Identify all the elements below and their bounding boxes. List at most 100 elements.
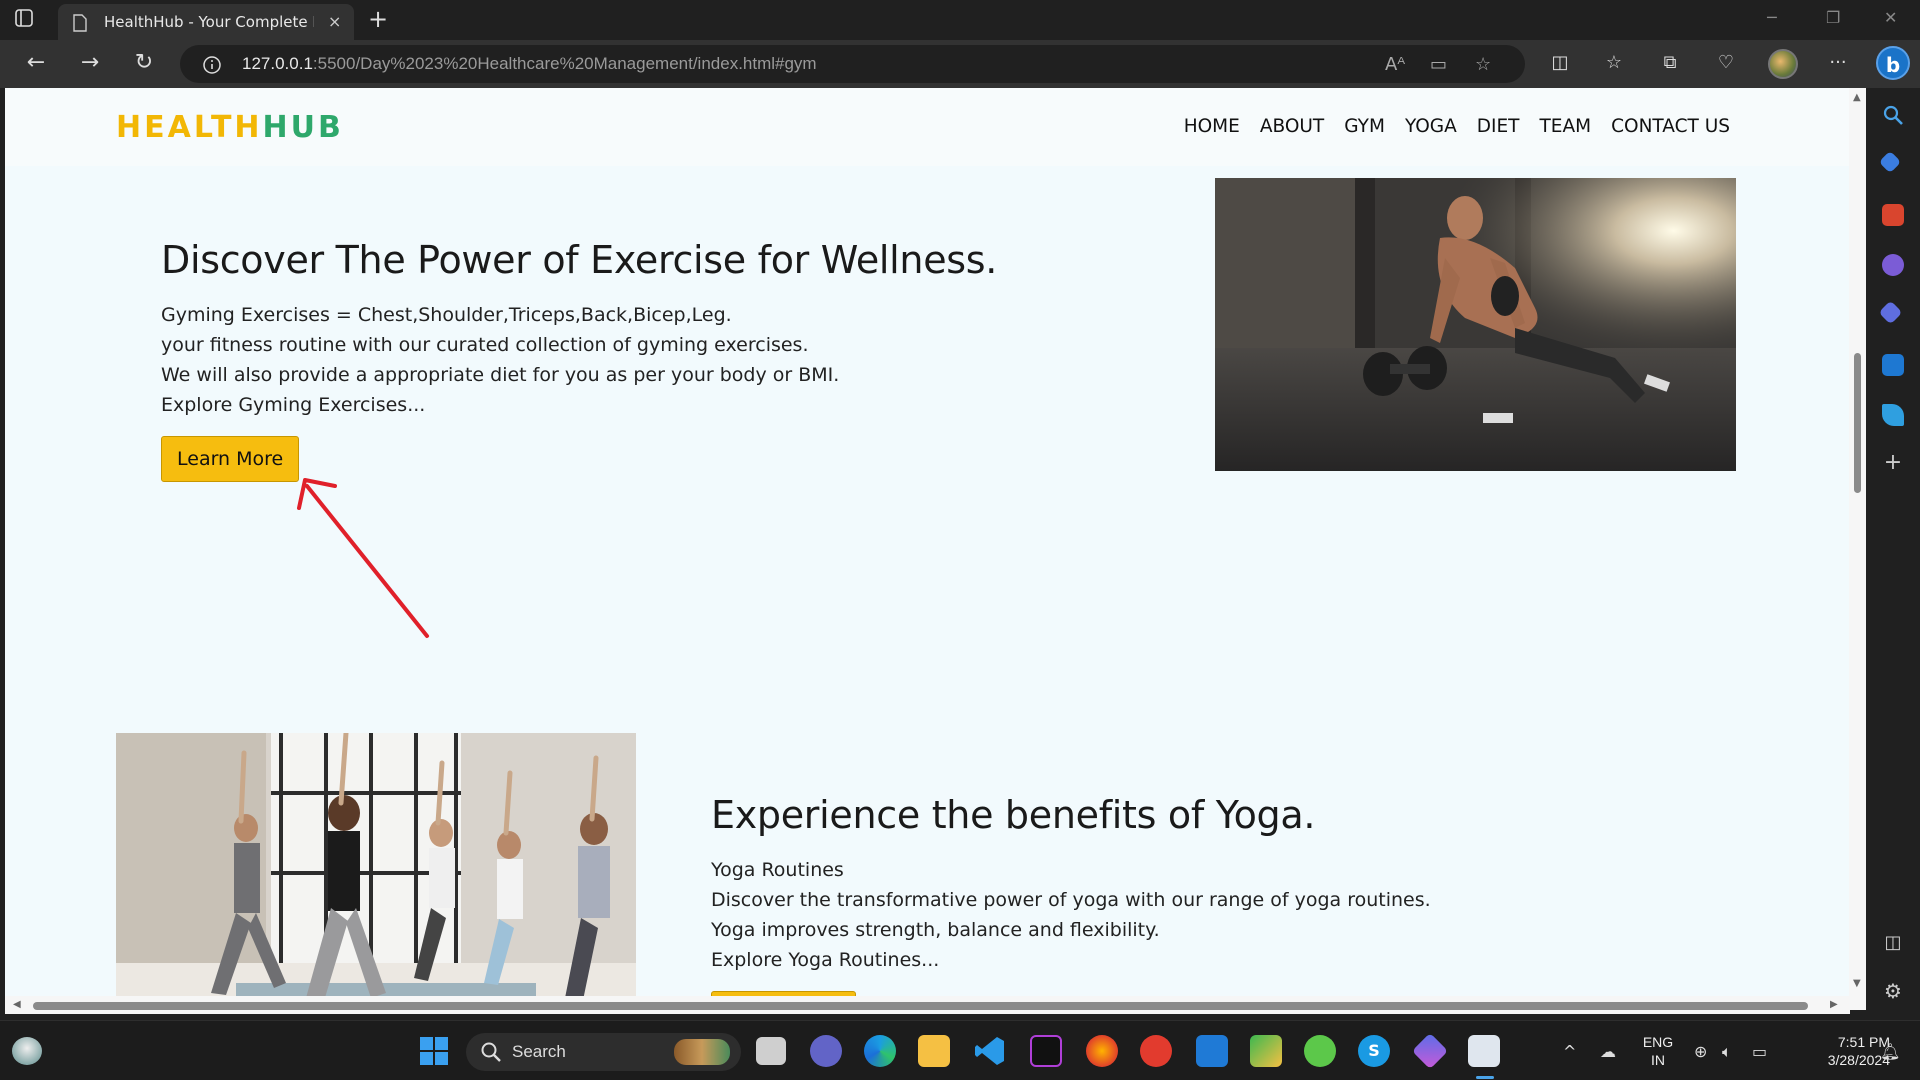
windows-start-icon[interactable]: [418, 1035, 450, 1067]
volume-icon[interactable]: 🔈︎: [1722, 1042, 1732, 1062]
language-indicator[interactable]: ENG IN: [1640, 1033, 1676, 1069]
battery-icon[interactable]: ▭: [1752, 1042, 1767, 1061]
nav-yoga[interactable]: YOGA: [1405, 116, 1457, 137]
vertical-scroll-thumb[interactable]: [1854, 353, 1861, 493]
gym-line-3: We will also provide a appropriate diet …: [161, 364, 840, 386]
site-logo[interactable]: HEALTHHUB: [116, 110, 344, 145]
scroll-right-icon[interactable]: ▶: [1830, 999, 1838, 1010]
outlook-icon[interactable]: [1882, 354, 1904, 376]
back-icon[interactable]: ←: [20, 50, 52, 78]
page-icon: [72, 14, 88, 36]
yoga-line-4: Explore Yoga Routines...: [711, 949, 940, 971]
nav-about[interactable]: ABOUT: [1260, 116, 1324, 137]
copilot-icon[interactable]: b: [1876, 46, 1910, 80]
close-tab-icon[interactable]: ×: [328, 12, 341, 31]
copilot-app-icon[interactable]: [1411, 1032, 1449, 1070]
edge-browser-icon[interactable]: [864, 1035, 896, 1067]
yoga-heading: Experience the benefits of Yoga.: [711, 793, 1316, 837]
tab-title: HealthHub - Your Complete Heal: [104, 13, 314, 31]
collections-icon[interactable]: ⧉: [1656, 52, 1684, 78]
site-header: HEALTHHUB HOME ABOUT GYM YOGA DIET TEAM …: [5, 88, 1850, 166]
annotation-arrow-icon: [297, 478, 429, 638]
close-window-button[interactable]: ✕: [1884, 8, 1897, 27]
gym-line-1: Gyming Exercises = Chest,Shoulder,Tricep…: [161, 304, 732, 326]
tab-actions-icon[interactable]: [14, 8, 46, 32]
minimize-button[interactable]: ─: [1767, 8, 1777, 27]
taskbar: Search S ^ ☁ ENG IN ⊕ 🔈︎ ▭ 7:51 PM 3/28/…: [0, 1020, 1920, 1080]
url-text[interactable]: 127.0.0.1:5500/Day%2023%20Healthcare%20M…: [242, 54, 817, 74]
teams-chat-icon[interactable]: [810, 1035, 842, 1067]
taskbar-search[interactable]: Search: [466, 1033, 741, 1071]
main-nav: HOME ABOUT GYM YOGA DIET TEAM CONTACT US: [1184, 116, 1730, 137]
nav-gym[interactable]: GYM: [1344, 116, 1385, 137]
browser-toolbar: ← → ↻ 127.0.0.1:5500/Day%2023%20Healthca…: [0, 40, 1920, 88]
immersive-reader-icon[interactable]: ▭: [1430, 54, 1447, 75]
chevron-up-icon[interactable]: ^: [1563, 1042, 1576, 1061]
nav-home[interactable]: HOME: [1184, 116, 1240, 137]
vertical-scrollbar[interactable]: ▲ ▼: [1849, 88, 1866, 1010]
favorites-icon[interactable]: ☆: [1600, 52, 1628, 78]
horizontal-scroll-thumb[interactable]: [33, 1002, 1808, 1010]
read-aloud-icon[interactable]: Aᴬ: [1385, 54, 1405, 75]
horizontal-scrollbar[interactable]: ◀ ▶: [5, 996, 1850, 1014]
scroll-down-icon[interactable]: ▼: [1853, 978, 1861, 989]
yoga-line-2: Discover the transformative power of yog…: [711, 889, 1431, 911]
copilot-sidebar-icon[interactable]: [1878, 300, 1903, 325]
active-app-indicator: [1476, 1076, 1494, 1079]
refresh-icon[interactable]: ↻: [128, 50, 160, 78]
nav-team[interactable]: TEAM: [1539, 116, 1591, 137]
send-icon[interactable]: [1882, 404, 1904, 426]
snipping-tool-icon[interactable]: [1468, 1035, 1500, 1067]
yoga-image: [116, 733, 636, 1010]
file-explorer-icon[interactable]: [918, 1035, 950, 1067]
yoga-line-3: Yoga improves strength, balance and flex…: [711, 919, 1160, 941]
yoga-text-block: Experience the benefits of Yoga. Yoga Ro…: [711, 793, 1611, 975]
browser-essentials-icon[interactable]: ♡: [1712, 52, 1740, 78]
skype-icon[interactable]: S: [1358, 1035, 1390, 1067]
split-screen-icon[interactable]: ◫: [1546, 52, 1574, 78]
gym-line-4: Explore Gyming Exercises...: [161, 394, 426, 416]
intellij-icon[interactable]: [1030, 1035, 1062, 1067]
settings-more-icon[interactable]: ···: [1824, 52, 1852, 78]
address-bar[interactable]: 127.0.0.1:5500/Day%2023%20Healthcare%20M…: [180, 45, 1525, 83]
site-info-icon[interactable]: [202, 55, 222, 79]
gym-line-2: your fitness routine with our curated co…: [161, 334, 809, 356]
gym-heading: Discover The Power of Exercise for Welln…: [161, 238, 998, 282]
gym-image: [1215, 178, 1736, 471]
gear-icon[interactable]: ⚙: [1882, 980, 1904, 1002]
store-icon[interactable]: [1196, 1035, 1228, 1067]
excel-tool-icon[interactable]: [1250, 1035, 1282, 1067]
forward-icon[interactable]: →: [74, 50, 106, 78]
hide-sidebar-icon[interactable]: ◫: [1882, 932, 1904, 954]
add-icon[interactable]: +: [1882, 452, 1904, 474]
profile-avatar[interactable]: [1768, 49, 1798, 79]
search-highlight-icon: [674, 1039, 730, 1065]
task-view-icon[interactable]: [756, 1037, 786, 1065]
tab-bar: HealthHub - Your Complete Heal × + ─ ❐ ✕: [0, 0, 1920, 40]
gym-text-block: Discover The Power of Exercise for Welln…: [161, 238, 1061, 420]
network-globe-icon[interactable]: ⊕: [1694, 1042, 1707, 1061]
gym-learn-more-button[interactable]: Learn More: [161, 436, 300, 482]
games-icon[interactable]: [1882, 254, 1904, 276]
firefox-icon[interactable]: [1086, 1035, 1118, 1067]
nav-diet[interactable]: DIET: [1477, 116, 1520, 137]
restore-button[interactable]: ❐: [1826, 8, 1840, 27]
search-icon[interactable]: [1882, 104, 1904, 126]
new-tab-button[interactable]: +: [368, 5, 388, 33]
favorite-star-icon[interactable]: ☆: [1475, 54, 1491, 75]
wps-office-icon[interactable]: [1140, 1035, 1172, 1067]
onedrive-icon[interactable]: ☁: [1600, 1042, 1616, 1061]
search-icon: [480, 1041, 502, 1068]
weather-icon[interactable]: [12, 1037, 42, 1065]
vscode-icon[interactable]: [974, 1035, 1006, 1067]
clock[interactable]: 7:51 PM 3/28/2024: [1790, 1033, 1890, 1069]
browser-tab[interactable]: HealthHub - Your Complete Heal ×: [58, 4, 354, 40]
spring-tool-icon[interactable]: [1304, 1035, 1336, 1067]
notification-bell-icon[interactable]: 🔔︎: [1880, 1042, 1900, 1061]
scroll-up-icon[interactable]: ▲: [1853, 92, 1861, 103]
nav-contact[interactable]: CONTACT US: [1611, 116, 1730, 137]
shopping-tag-icon[interactable]: [1878, 150, 1902, 174]
yoga-line-1: Yoga Routines: [711, 859, 844, 881]
tools-briefcase-icon[interactable]: [1882, 204, 1904, 226]
scroll-left-icon[interactable]: ◀: [13, 999, 21, 1010]
